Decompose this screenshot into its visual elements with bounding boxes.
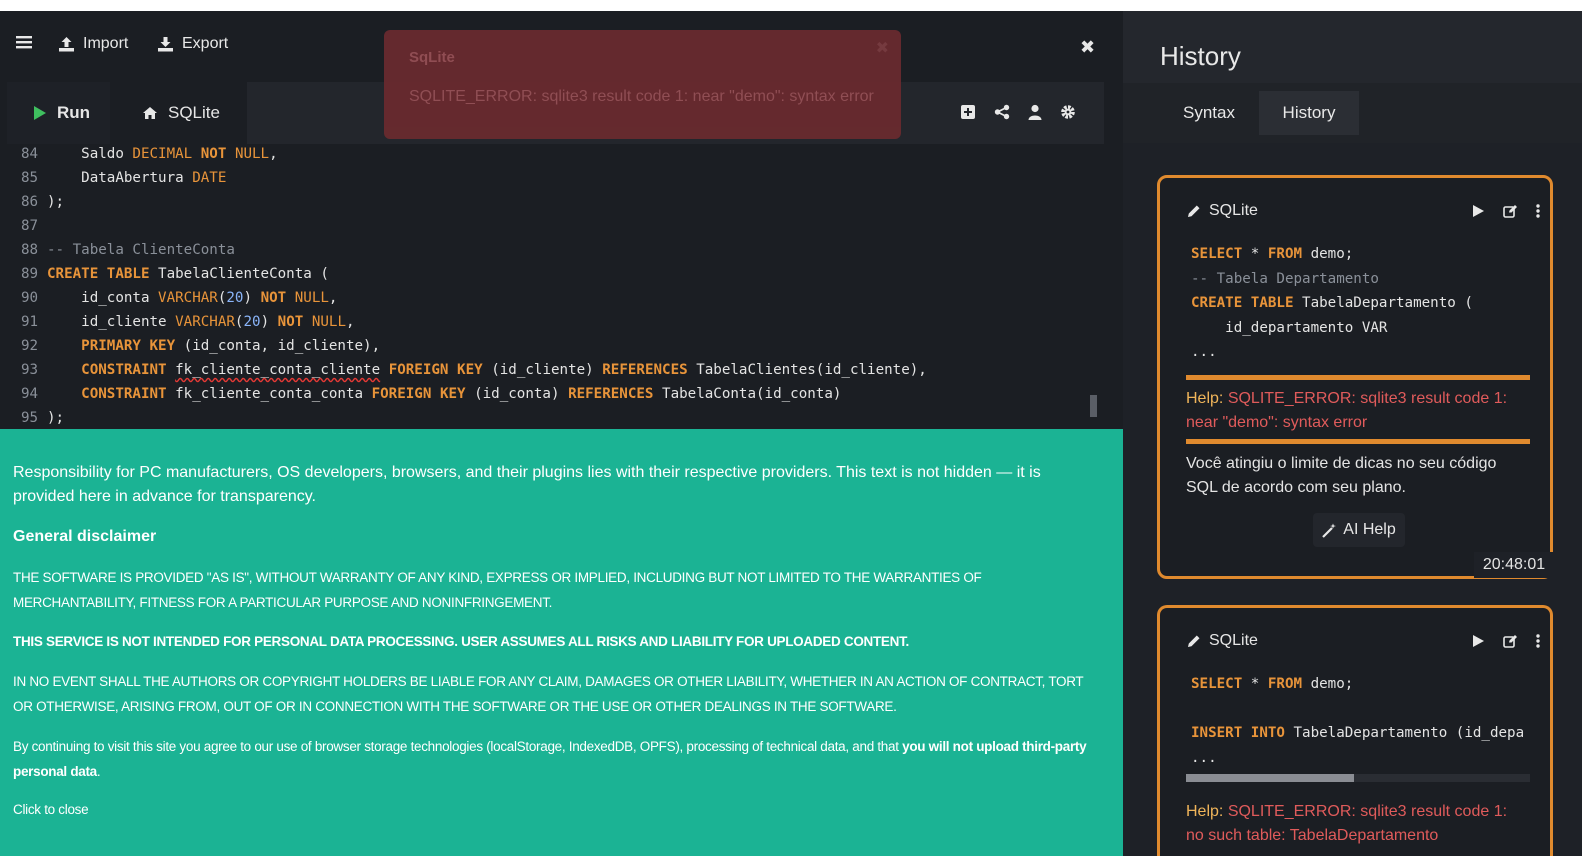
toast-message: SQLITE_ERROR: sqlite3 result code 1: nea…	[409, 88, 874, 105]
card-help: Help: SQLITE_ERROR: sqlite3 result code …	[1186, 390, 1508, 431]
download-icon	[158, 37, 173, 52]
code-line: 92 PRIMARY KEY (id_conta, id_cliente),	[21, 338, 381, 354]
editor-scrollbar[interactable]	[1090, 395, 1097, 417]
code-line: 87	[21, 218, 39, 234]
code-line: 91 id_cliente VARCHAR(20) NOT NULL,	[21, 314, 355, 330]
sql-keyword: INTO	[1250, 725, 1285, 741]
scrollbar-thumb[interactable]	[1186, 774, 1354, 782]
history-card: SQLite SELECT * FROM demo; -- Tabela Dep…	[1157, 175, 1553, 579]
more-icon[interactable]	[1536, 204, 1540, 218]
play-icon	[34, 106, 46, 120]
more-icon[interactable]	[1536, 634, 1540, 648]
card-code[interactable]: SELECT * FROM demo; INSERT INTO TabelaDe…	[1191, 672, 1531, 770]
export-button[interactable]: Export	[157, 35, 228, 53]
tab-history[interactable]: History	[1259, 91, 1359, 135]
code-editor[interactable]: 84 Saldo DECIMAL NOT NULL, 85 DataAbertu…	[7, 144, 1104, 429]
pencil-icon	[1188, 635, 1200, 647]
sqlite-tab-label: SQLite	[168, 103, 220, 122]
card-header: SQLite	[1187, 202, 1258, 220]
code-line: 95);	[21, 410, 65, 426]
sql-keyword: SELECT	[1191, 246, 1243, 262]
play-icon[interactable]	[1472, 634, 1485, 648]
sql-comment: -- Tabela Departamento	[1191, 270, 1379, 287]
tab-syntax[interactable]: Syntax	[1167, 91, 1251, 135]
toast-close-icon[interactable]: ✖	[876, 38, 889, 58]
disclaimer-close-link[interactable]: Click to close	[13, 797, 1103, 822]
disclaimer-heading: General disclaimer	[13, 528, 157, 545]
editor-actions	[960, 104, 1076, 120]
sql-keyword: SELECT	[1191, 676, 1243, 692]
disclaimer-consent: By continuing to visit this site you agr…	[13, 739, 1087, 779]
code-line: 94 CONSTRAINT fk_cliente_conta_conta FOR…	[21, 386, 842, 402]
card-divider	[1186, 375, 1530, 380]
history-panel: History Syntax History SQLite SELECT * F…	[1123, 11, 1582, 856]
disclaimer-intro: Responsibility for PC manufacturers, OS …	[13, 464, 1041, 505]
disclaimer-service: THIS SERVICE IS NOT INTENDED FOR PERSONA…	[13, 634, 909, 649]
ai-help-button[interactable]: AI Help	[1313, 513, 1405, 547]
sql-keyword: CREATE	[1191, 295, 1243, 311]
toast-title: SqLite	[409, 49, 455, 66]
card-timestamp: 20:48:01	[1474, 552, 1554, 578]
export-label: Export	[182, 35, 229, 52]
sql-keyword: FROM	[1267, 676, 1303, 692]
import-button[interactable]: Import	[58, 35, 128, 53]
home-icon	[143, 107, 157, 119]
hamburger-icon[interactable]	[16, 35, 32, 49]
code-line: 88 -- Tabela ClienteConta	[21, 242, 235, 258]
card-actions	[1472, 634, 1540, 648]
code-line: 84 Saldo DECIMAL NOT NULL,	[21, 146, 278, 162]
add-icon[interactable]	[960, 104, 976, 120]
code-line: 85 DataAbertura DATE	[21, 170, 227, 186]
import-label: Import	[83, 35, 129, 52]
code-line: 93 CONSTRAINT fk_cliente_conta_cliente F…	[21, 362, 927, 378]
card-header: SQLite	[1187, 632, 1258, 650]
edit-icon[interactable]	[1503, 634, 1518, 648]
top-strip	[0, 0, 1582, 11]
ai-help-label: AI Help	[1343, 521, 1396, 538]
card-code-scrollbar[interactable]	[1186, 774, 1530, 782]
tab-sqlite[interactable]: SQLite	[110, 82, 247, 144]
magic-wand-icon	[1322, 523, 1337, 538]
card-divider	[1186, 439, 1530, 444]
sql-keyword: FROM	[1267, 246, 1303, 262]
pencil-icon	[1188, 205, 1200, 217]
edit-icon[interactable]	[1503, 204, 1518, 218]
card-engine: SQLite	[1209, 202, 1258, 219]
play-icon[interactable]	[1472, 204, 1485, 218]
sql-keyword: TABLE	[1250, 295, 1294, 311]
error-toast: SqLite SQLITE_ERROR: sqlite3 result code…	[384, 30, 901, 139]
card-code[interactable]: SELECT * FROM demo; -- Tabela Departamen…	[1191, 242, 1473, 365]
code-line: 89 CREATE TABLE TabelaClienteConta (	[21, 266, 329, 282]
sql-keyword: INSERT	[1191, 725, 1243, 741]
disclaimer-overlay[interactable]: Responsibility for PC manufacturers, OS …	[0, 429, 1123, 856]
disclaimer-liability: IN NO EVENT SHALL THE AUTHORS OR COPYRIG…	[13, 674, 1084, 714]
close-icon[interactable]: ✖	[1080, 37, 1095, 58]
upload-icon	[59, 37, 74, 52]
share-icon[interactable]	[994, 104, 1010, 120]
card-engine: SQLite	[1209, 632, 1258, 649]
gear-icon[interactable]	[1060, 104, 1076, 120]
disclaimer-warranty: THE SOFTWARE IS PROVIDED "AS IS", WITHOU…	[13, 570, 982, 610]
code-line: 90 id_conta VARCHAR(20) NOT NULL,	[21, 290, 338, 306]
card-actions	[1472, 204, 1540, 218]
history-card: SQLite SELECT * FROM demo; INSERT INTO T…	[1157, 605, 1553, 856]
history-tabs: Syntax History	[1123, 83, 1582, 143]
code-line: 86);	[21, 194, 65, 210]
card-help: Help: SQLITE_ERROR: sqlite3 result code …	[1186, 803, 1508, 844]
user-icon[interactable]	[1028, 104, 1042, 120]
history-title: History	[1160, 41, 1241, 71]
run-label: Run	[57, 103, 91, 122]
card-limit-message: Você atingiu o limite de dicas no seu có…	[1186, 455, 1497, 496]
run-button[interactable]: Run	[7, 82, 110, 144]
